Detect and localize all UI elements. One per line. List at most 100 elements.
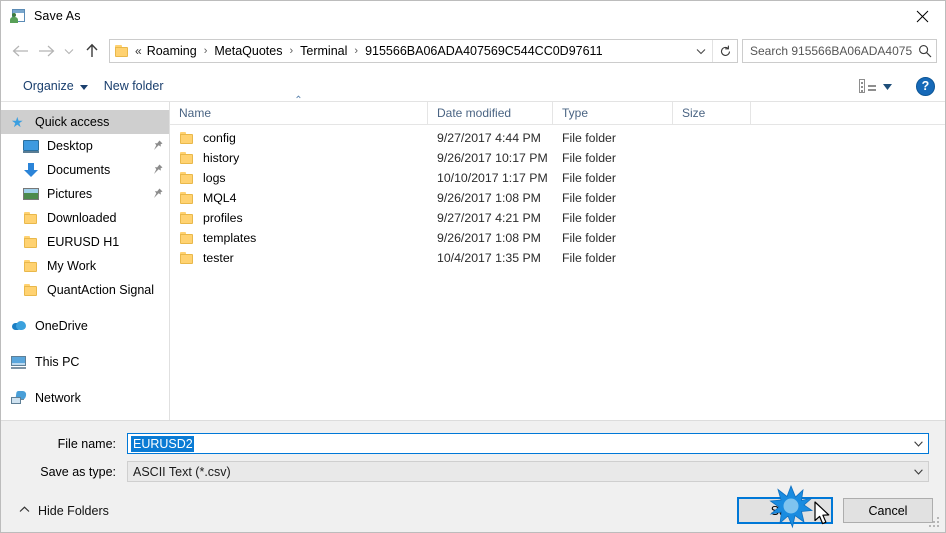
sidebar-item-quantaction-signal[interactable]: QuantAction Signal — [1, 278, 169, 302]
table-row[interactable]: config 9/27/2017 4:44 PM File folder — [170, 128, 945, 148]
table-row[interactable]: profiles 9/27/2017 4:21 PM File folder — [170, 208, 945, 228]
file-date-cell: 9/26/2017 10:17 PM — [437, 151, 548, 165]
column-header-size[interactable]: Size — [673, 102, 751, 124]
search-box[interactable] — [742, 39, 937, 63]
file-type-cell: File folder — [562, 131, 616, 145]
cancel-button[interactable]: Cancel — [843, 498, 933, 523]
search-icon[interactable] — [914, 44, 936, 58]
forward-button[interactable] — [33, 38, 59, 64]
sidebar-item-label: OneDrive — [35, 319, 88, 333]
file-type-cell: File folder — [562, 231, 616, 245]
column-headers: ⌃ Name Date modified Type Size — [170, 96, 945, 125]
close-icon[interactable] — [899, 1, 945, 31]
sidebar-item-documents[interactable]: Documents — [1, 158, 169, 182]
table-row[interactable]: history 9/26/2017 10:17 PM File folder — [170, 148, 945, 168]
help-button[interactable]: ? — [916, 76, 935, 96]
column-header-date-modified[interactable]: Date modified — [428, 102, 553, 124]
folder-icon — [179, 230, 195, 246]
folder-icon — [23, 210, 39, 226]
breadcrumb-item-terminal[interactable]: Terminal — [298, 44, 349, 58]
breadcrumb[interactable]: « Roaming › MetaQuotes › Terminal › 9155… — [109, 39, 738, 63]
table-row[interactable]: logs 10/10/2017 1:17 PM File folder — [170, 168, 945, 188]
chevron-up-icon — [19, 505, 30, 516]
file-type-cell: File folder — [562, 211, 616, 225]
sidebar-item-label: My Work — [47, 259, 97, 273]
file-name-cell: templates — [170, 230, 428, 246]
up-button[interactable] — [79, 38, 105, 64]
sidebar-item-desktop[interactable]: Desktop — [1, 134, 169, 158]
save-button[interactable]: Save — [737, 497, 833, 524]
chevron-down-icon[interactable] — [690, 40, 712, 62]
breadcrumb-overflow[interactable]: « — [134, 44, 145, 58]
title-bar: Save As — [1, 1, 945, 31]
table-row[interactable]: MQL4 9/26/2017 1:08 PM File folder — [170, 188, 945, 208]
chevron-down-icon[interactable] — [908, 462, 928, 481]
organize-button[interactable]: Organize — [15, 76, 96, 96]
sidebar-item-my-work[interactable]: My Work — [1, 254, 169, 278]
file-name-cell: history — [170, 150, 428, 166]
save-as-type-select[interactable]: ASCII Text (*.csv) — [127, 461, 929, 482]
file-list-pane: ⌃ Name Date modified Type Size config 9/… — [170, 96, 945, 420]
column-header-label: Date modified — [437, 106, 512, 120]
file-date-cell: 9/27/2017 4:21 PM — [437, 211, 541, 225]
column-header-name[interactable]: ⌃ Name — [170, 96, 428, 124]
search-input[interactable] — [743, 44, 914, 58]
organize-label: Organize — [23, 79, 74, 93]
recent-locations-icon[interactable] — [59, 38, 79, 64]
list-view-icon — [859, 79, 876, 93]
sidebar-item-downloaded[interactable]: Downloaded — [1, 206, 169, 230]
resize-grip[interactable] — [929, 517, 941, 529]
hide-folders-button[interactable]: Hide Folders — [13, 504, 109, 518]
change-view-button[interactable] — [853, 76, 898, 96]
column-header-label: Size — [682, 106, 706, 120]
sidebar-item-this-pc[interactable]: This PC — [1, 350, 169, 374]
pictures-icon — [23, 186, 39, 202]
folder-icon — [179, 210, 195, 226]
file-name-label: config — [203, 131, 236, 145]
breadcrumb-item-metaquotes[interactable]: MetaQuotes — [212, 44, 284, 58]
file-name-input[interactable]: EURUSD2 — [127, 433, 929, 454]
file-name-label: File name: — [57, 436, 116, 451]
file-date-cell: 9/27/2017 4:44 PM — [437, 131, 541, 145]
help-label: ? — [921, 79, 930, 93]
folder-icon — [179, 250, 195, 266]
sidebar-item-eurusd-h1[interactable]: EURUSD H1 — [1, 230, 169, 254]
sidebar-item-label: EURUSD H1 — [47, 235, 120, 249]
sidebar-item-onedrive[interactable]: OneDrive — [1, 314, 169, 338]
pin-icon[interactable] — [152, 140, 163, 152]
table-row[interactable]: templates 9/26/2017 1:08 PM File folder — [170, 228, 945, 248]
chevron-down-icon[interactable] — [883, 79, 892, 93]
breadcrumb-item-terminal-id[interactable]: 915566BA06ADA407569C544CC0D97611 — [363, 44, 604, 58]
pin-icon[interactable] — [152, 188, 163, 200]
network-icon — [11, 390, 27, 406]
new-folder-label: New folder — [103, 79, 164, 93]
file-name-cell: logs — [170, 170, 428, 186]
chevron-down-icon[interactable] — [908, 434, 928, 453]
sidebar-item-pictures[interactable]: Pictures — [1, 182, 169, 206]
onedrive-icon — [11, 318, 27, 334]
breadcrumb-item-roaming[interactable]: Roaming — [145, 44, 199, 58]
column-header-type[interactable]: Type — [553, 102, 673, 124]
chevron-right-icon: › — [203, 45, 208, 57]
file-name-label: logs — [203, 171, 226, 185]
desktop-icon — [23, 138, 39, 154]
star-icon: ★ — [11, 114, 24, 130]
save-form: File name: EURUSD2 Save as type: ASCII T… — [1, 421, 945, 489]
table-row[interactable]: tester 10/4/2017 1:35 PM File folder — [170, 248, 945, 268]
pin-icon[interactable] — [152, 164, 163, 176]
this-pc-icon — [11, 354, 27, 370]
dialog-footer: Hide Folders Save Cancel — [1, 489, 945, 532]
sidebar-item-quick-access[interactable]: ★ Quick access — [1, 110, 169, 134]
new-folder-button[interactable]: New folder — [96, 76, 172, 96]
refresh-icon[interactable] — [712, 40, 737, 62]
column-header-label: Type — [562, 106, 589, 120]
folder-icon — [179, 130, 195, 146]
folder-icon — [179, 150, 195, 166]
chevron-down-icon — [79, 79, 88, 93]
file-name-label: MQL4 — [203, 191, 237, 205]
back-button[interactable] — [7, 38, 33, 64]
file-date-cell: 9/26/2017 1:08 PM — [437, 231, 541, 245]
sidebar-item-network[interactable]: Network — [1, 386, 169, 410]
sidebar-item-label: Downloaded — [47, 211, 117, 225]
